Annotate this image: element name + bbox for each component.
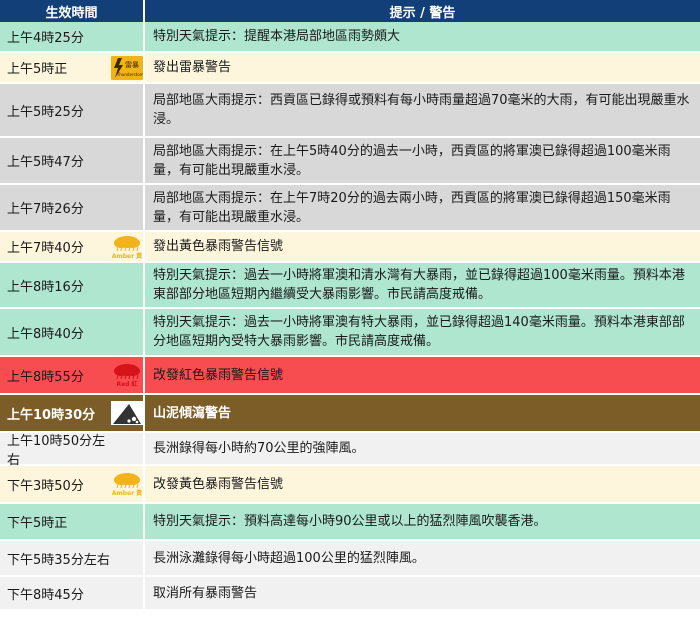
row-message: 特別天氣提示：預料高達每小時90公里或以上的猛烈陣風吹襲香港。 <box>153 514 547 529</box>
row-time: 下午8時45分 <box>7 587 84 603</box>
table-row: 下午5時正 特別天氣提示：預料高達每小時90公里或以上的猛烈陣風吹襲香港。 <box>0 504 700 541</box>
table-row: 下午5時35分左右 長洲泳灘錄得每小時超過100公里的猛烈陣風。 <box>0 541 700 577</box>
header-time: 生效時間 <box>0 0 145 22</box>
row-time: 上午7時40分 <box>7 241 84 256</box>
table-row: 上午7時26分 局部地區大雨提示：在上午7時20分的過去兩小時，西貢區的將軍澳已錄… <box>0 185 700 232</box>
row-message: 特別天氣提示：過去一小時將軍澳有特大暴雨，並已錄得超過140毫米雨量。預料本港東… <box>153 315 685 349</box>
row-message: 局部地區大雨提示：西貢區已錄得或預料有每小時雨量超過70毫米的大雨，有可能出現嚴… <box>153 93 690 127</box>
row-icon-cell <box>110 185 145 230</box>
table-row: 上午8時40分 特別天氣提示：過去一小時將軍澳有特大暴雨，並已錄得超過140毫米雨… <box>0 309 700 357</box>
row-time: 上午8時16分 <box>7 279 84 295</box>
row-message: 改發黃色暴雨警告信號 <box>153 476 284 492</box>
table-row: 上午4時25分 特別天氣提示：提醒本港局部地區雨勢頗大 <box>0 22 700 53</box>
table-row: 上午10時50分左右 長洲錄得每小時約70公里的強陣風。 <box>0 433 700 468</box>
row-icon-cell <box>110 504 145 539</box>
row-message: 改發紅色暴雨警告信號 <box>153 367 284 383</box>
table-row: 上午8時55分 Red 紅 改發紅色暴雨警告信號 <box>0 357 700 395</box>
row-time: 下午5時35分左右 <box>7 552 110 568</box>
row-message: 局部地區大雨提示：在上午7時20分的過去兩小時，西貢區的將軍澳已錄得超過150毫… <box>153 190 671 225</box>
row-icon-cell <box>110 138 145 183</box>
row-time: 上午8時40分 <box>7 326 84 342</box>
row-message: 特別天氣提示：過去一小時將軍澳和清水灣有大暴雨，並已錄得超過100毫米雨量。預料… <box>153 268 685 302</box>
row-time: 上午10時30分 <box>7 407 96 423</box>
row-message: 取消所有暴雨警告 <box>153 585 258 601</box>
table-row: 上午5時47分 局部地區大雨提示：在上午5時40分的過去一小時，西貢區的將軍澳已錄… <box>0 138 700 185</box>
svg-text:Red 紅: Red 紅 <box>116 380 137 387</box>
row-icon-cell <box>110 433 145 464</box>
row-icon-cell <box>110 577 145 609</box>
landslip-icon <box>110 395 145 431</box>
row-icon-cell <box>110 263 145 307</box>
row-message: 發出黃色暴雨警告信號 <box>153 239 284 254</box>
table-row: 上午10時30分 山泥傾瀉警告 <box>0 395 700 433</box>
row-time: 上午5時47分 <box>7 155 84 170</box>
table-row: 上午5時正 雷暴 Thunderstorm 發出雷暴警告 <box>0 53 700 84</box>
svg-text:Amber 黃: Amber 黃 <box>111 489 141 496</box>
table-header: 生效時間 提示 / 警告 <box>0 0 700 22</box>
row-time: 上午5時25分 <box>7 104 84 120</box>
thunderstorm-icon: 雷暴 Thunderstorm <box>110 53 145 82</box>
row-time: 上午5時正 <box>7 62 68 77</box>
row-message: 發出雷暴警告 <box>153 60 232 75</box>
row-time: 上午10時50分左右 <box>7 433 106 468</box>
table-row: 上午7時40分 Amber 黃 發出黃色暴雨警告信號 <box>0 232 700 263</box>
svg-text:Amber 黃: Amber 黃 <box>111 252 141 259</box>
amber-rainstorm-icon: Amber 黃 <box>110 466 145 502</box>
row-icon-cell <box>110 84 145 136</box>
row-message: 山泥傾瀉警告 <box>153 405 232 421</box>
row-time: 下午5時正 <box>7 516 68 531</box>
warning-timeline-table: 生效時間 提示 / 警告 上午4時25分 特別天氣提示：提醒本港局部地區雨勢頗大上… <box>0 0 700 611</box>
row-icon-cell <box>110 309 145 355</box>
row-message: 局部地區大雨提示：在上午5時40分的過去一小時，西貢區的將軍澳已錄得超過100毫… <box>153 143 671 178</box>
row-message: 長洲錄得每小時約70公里的強陣風。 <box>153 441 365 456</box>
table-row: 上午8時16分 特別天氣提示：過去一小時將軍澳和清水灣有大暴雨，並已錄得超過100… <box>0 263 700 309</box>
row-time: 上午8時55分 <box>7 369 84 385</box>
svg-text:雷暴: 雷暴 <box>125 61 139 69</box>
row-time: 上午4時25分 <box>7 31 84 46</box>
row-time: 上午7時26分 <box>7 202 84 217</box>
table-row: 上午5時25分 局部地區大雨提示：西貢區已錄得或預料有每小時雨量超過70毫米的大雨… <box>0 84 700 138</box>
row-message: 長洲泳灘錄得每小時超過100公里的猛烈陣風。 <box>153 550 425 566</box>
table-row: 下午3時50分 Amber 黃 改發黃色暴雨警告信號 <box>0 466 700 504</box>
row-icon-cell <box>110 22 145 51</box>
row-icon-cell <box>110 541 145 575</box>
table-body: 上午4時25分 特別天氣提示：提醒本港局部地區雨勢頗大上午5時正 雷暴 Thunder… <box>0 22 700 611</box>
red-rainstorm-icon: Red 紅 <box>110 357 145 393</box>
row-time: 下午3時50分 <box>7 478 84 494</box>
header-message: 提示 / 警告 <box>389 5 456 21</box>
amber-rainstorm-icon: Amber 黃 <box>110 232 145 261</box>
table-row: 下午8時45分 取消所有暴雨警告 <box>0 577 700 611</box>
svg-text:Thunderstorm: Thunderstorm <box>115 72 142 77</box>
row-message: 特別天氣提示：提醒本港局部地區雨勢頗大 <box>153 29 401 44</box>
